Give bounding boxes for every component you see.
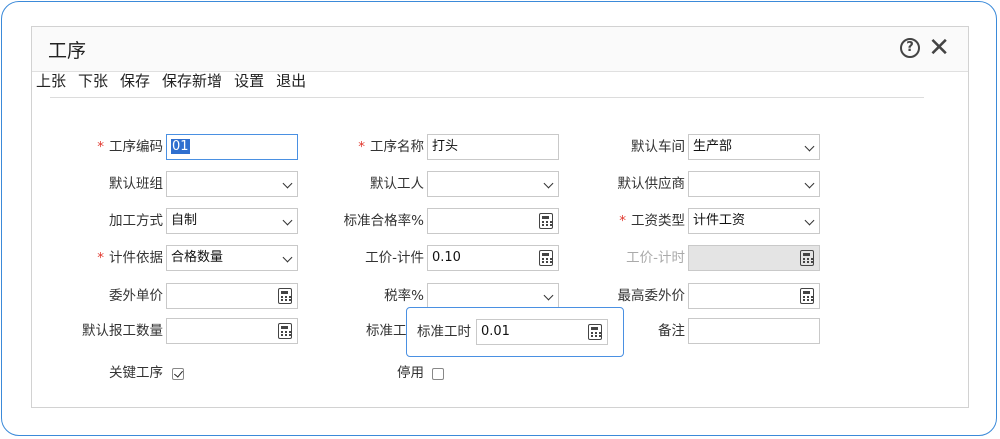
key-process-checkbox[interactable] (172, 368, 184, 380)
default-workshop-label: 默认车间 (631, 139, 685, 155)
process-method-label: 加工方式 (109, 213, 163, 229)
std-hours-input[interactable]: 0.01 (476, 319, 608, 345)
calculator-icon[interactable] (800, 288, 814, 304)
outsource-price-label: 委外单价 (109, 288, 163, 304)
default-report-qty-input[interactable] (166, 318, 298, 344)
process-code-input[interactable]: 01 (166, 134, 298, 160)
process-name-label: * 工序名称 (358, 139, 424, 155)
toolbar: 上张 下张 保存 保存新增 设置 退出 (36, 70, 318, 92)
close-icon[interactable]: ✕ (928, 33, 950, 63)
chevron-down-icon (282, 252, 293, 263)
default-team-select[interactable] (166, 171, 298, 197)
std-hours-popup: 标准工时 0.01 (406, 307, 624, 357)
save-button[interactable]: 保存 (120, 70, 150, 91)
prev-button[interactable]: 上张 (36, 70, 66, 91)
default-worker-label: 默认工人 (370, 176, 424, 192)
default-worker-select[interactable] (427, 171, 559, 197)
disabled-label: 停用 (397, 365, 424, 381)
chevron-down-icon (804, 178, 815, 189)
key-process-label: 关键工序 (109, 365, 163, 381)
tax-rate-select[interactable] (427, 283, 559, 309)
next-button[interactable]: 下张 (78, 70, 108, 91)
dialog-title: 工序 (48, 40, 87, 62)
settings-button[interactable]: 设置 (234, 70, 264, 91)
remarks-label: 备注 (658, 323, 685, 339)
exit-button[interactable]: 退出 (276, 70, 306, 91)
process-method-select[interactable]: 自制 (166, 208, 298, 234)
default-team-label: 默认班组 (109, 176, 163, 192)
std-pass-rate-input[interactable] (427, 208, 559, 234)
remarks-input[interactable] (688, 318, 820, 344)
disabled-checkbox[interactable] (432, 368, 444, 380)
calculator-icon[interactable] (278, 323, 292, 339)
default-supplier-select[interactable] (688, 171, 820, 197)
piece-basis-select[interactable]: 合格数量 (166, 245, 298, 271)
chevron-down-icon (804, 141, 815, 152)
std-hours-label: 标准工时 (417, 324, 471, 340)
max-outsource-price-label: 最高委外价 (617, 288, 686, 304)
calculator-icon[interactable] (539, 250, 553, 266)
wage-type-select[interactable]: 计件工资 (688, 208, 820, 234)
default-workshop-select[interactable]: 生产部 (688, 134, 820, 160)
chevron-down-icon (282, 215, 293, 226)
tax-rate-label: 税率% (384, 288, 424, 304)
piece-price-input[interactable]: 0.10 (427, 245, 559, 271)
piece-price-label: 工价-计件 (365, 250, 424, 266)
calculator-icon[interactable] (539, 213, 553, 229)
chevron-down-icon (804, 215, 815, 226)
calculator-icon (800, 250, 814, 266)
wage-type-label: * 工资类型 (619, 213, 685, 229)
save-new-button[interactable]: 保存新增 (162, 70, 222, 91)
calculator-icon[interactable] (588, 324, 602, 340)
time-price-label: 工价-计时 (626, 250, 685, 266)
chevron-down-icon (543, 178, 554, 189)
std-hours-label-partial: 标准工 (366, 323, 407, 339)
dialog-titlebar: 工序 ? ✕ (32, 27, 968, 72)
max-outsource-price-input[interactable] (688, 283, 820, 309)
chevron-down-icon (282, 178, 293, 189)
help-icon[interactable]: ? (900, 38, 920, 58)
piece-basis-label: * 计件依据 (97, 250, 163, 266)
process-code-label: * 工序编码 (97, 139, 163, 155)
std-pass-rate-label: 标准合格率% (343, 213, 424, 229)
default-supplier-label: 默认供应商 (617, 176, 686, 192)
toolbar-divider (50, 97, 924, 98)
calculator-icon[interactable] (278, 288, 292, 304)
default-report-qty-label: 默认报工数量 (82, 323, 163, 339)
process-name-input[interactable]: 打头 (427, 134, 559, 160)
chevron-down-icon (543, 290, 554, 301)
outsource-price-input[interactable] (166, 283, 298, 309)
time-price-input (688, 245, 820, 271)
